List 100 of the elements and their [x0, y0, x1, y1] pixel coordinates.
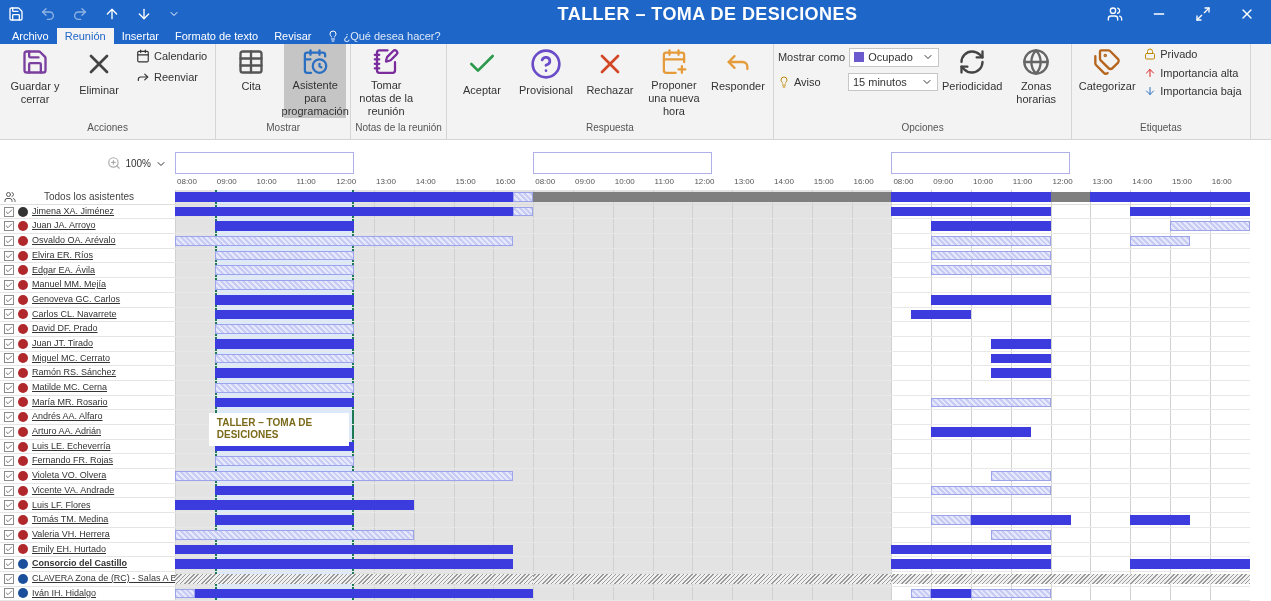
attendee-name[interactable]: Ramón RS. Sánchez — [32, 366, 117, 380]
arrow-down-icon[interactable] — [136, 6, 152, 22]
attendee-name[interactable]: Violeta VO. Olvera — [32, 469, 107, 483]
attendee-name[interactable]: Luis LE. Echeverría — [32, 439, 111, 454]
attendee-name[interactable]: Valeria VH. Herrera — [32, 527, 110, 542]
attendee-name[interactable]: Emily EH. Hurtado — [32, 542, 107, 557]
attendee-name[interactable]: Carlos CL. Navarrete — [32, 307, 117, 322]
attendee-name[interactable]: Consorcio del Castillo — [32, 557, 127, 571]
attendee-checkbox[interactable] — [4, 294, 14, 305]
attendee-checkbox[interactable] — [4, 221, 14, 232]
hour-label: 13:00 — [376, 176, 397, 188]
attendee-checkbox[interactable] — [4, 456, 14, 467]
attendee-name[interactable]: Manuel MM. Mejía — [32, 278, 107, 292]
attendee-name[interactable]: Tomás TM. Medina — [32, 513, 109, 527]
ribbon-small-button[interactable]: Importancia alta — [1140, 64, 1246, 81]
ribbon-group-label: Respuesta — [585, 121, 635, 135]
hour-label: 11:00 — [654, 176, 675, 188]
tell-me-input[interactable]: ¿Qué desea hacer? — [343, 27, 454, 45]
attendee-name[interactable]: Genoveva GC. Carlos — [32, 292, 121, 307]
ribbon-button[interactable]: Zonas horarias — [1005, 44, 1068, 118]
globe-icon — [1022, 48, 1051, 76]
ribbon-button[interactable]: Provisional — [514, 44, 577, 118]
ribbon-tab[interactable]: Revisar — [266, 28, 320, 44]
tell-me-field[interactable]: ¿Qué desea hacer? — [319, 28, 462, 44]
attendee-name[interactable]: Edgar EA. Ávila — [32, 263, 96, 278]
ribbon-tab[interactable]: Formato de texto — [166, 28, 267, 44]
ribbon-small-button[interactable]: Privado — [1140, 46, 1246, 63]
attendee-name[interactable]: Elvira ER. Ríos — [32, 248, 93, 263]
ribbon-tab[interactable]: Insertar — [113, 28, 167, 44]
ribbon-button[interactable]: Periodicidad — [941, 44, 1004, 118]
attendee-name[interactable]: Vicente VA. Andrade — [32, 483, 115, 498]
attendee-name[interactable]: Miguel MC. Cerrato — [32, 351, 111, 366]
attendee-name[interactable]: Fernando FR. Rojas — [32, 454, 114, 468]
ribbon-button[interactable]: Tomar notas de la reunión — [355, 44, 418, 118]
attendee-checkbox[interactable] — [4, 235, 14, 246]
add-attendee-icon[interactable] — [4, 190, 16, 203]
reminder-dropdown[interactable]: 15 minutos — [847, 72, 938, 91]
attendee-checkbox[interactable] — [4, 265, 14, 276]
attendee-name[interactable]: Arturo AA. Adrián — [32, 425, 102, 439]
ribbon-button[interactable]: Proponer una nueva hora — [642, 44, 705, 118]
ribbon-group-label: Acciones — [86, 121, 129, 135]
attendee-name[interactable]: Matilde MC. Cerna — [32, 381, 108, 395]
hour-label: 16:00 — [1211, 176, 1232, 188]
attendee-checkbox[interactable] — [4, 485, 14, 496]
ribbon-tab[interactable]: Reunión — [56, 28, 114, 44]
ribbon-button[interactable]: Rechazar — [578, 44, 641, 118]
attendee-name[interactable]: Iván IH. Hidalgo — [32, 586, 97, 601]
hour-label: 12:00 — [694, 176, 715, 188]
attendee-checkbox[interactable] — [4, 250, 14, 261]
attendee-checkbox[interactable] — [4, 514, 14, 525]
attendee-name[interactable]: Juan JA. Arroyo — [32, 219, 96, 233]
attendee-checkbox[interactable] — [4, 441, 14, 452]
attendee-checkbox[interactable] — [4, 470, 14, 481]
hour-label: 13:00 — [1092, 176, 1113, 188]
attendee-checkbox[interactable] — [4, 500, 14, 511]
attendee-checkbox[interactable] — [4, 368, 14, 379]
attendee-name[interactable]: Juan JT. Tirado — [32, 336, 94, 351]
attendee-checkbox[interactable] — [4, 426, 14, 437]
attendee-checkbox[interactable] — [4, 588, 14, 599]
attendee-name[interactable]: Osvaldo OA. Arévalo — [32, 234, 116, 248]
attendee-checkbox[interactable] — [4, 559, 14, 570]
ribbon-button[interactable]: Eliminar — [68, 44, 130, 118]
ribbon-tab[interactable]: Archivo — [4, 28, 57, 44]
attendee-checkbox[interactable] — [4, 324, 14, 335]
attendee-name[interactable]: Luis LF. Flores — [32, 498, 91, 513]
ribbon-button[interactable]: Responder — [706, 44, 769, 118]
save-icon[interactable] — [8, 6, 24, 22]
show-as-dropdown[interactable]: Ocupado — [849, 48, 940, 67]
tentative-block — [175, 588, 195, 599]
attendee-name[interactable]: Andrés AA. Alfaro — [32, 410, 103, 424]
attendee-name[interactable]: María MR. Rosario — [32, 395, 108, 410]
ribbon-display-icon[interactable] — [1107, 6, 1123, 22]
hour-label: 16:00 — [495, 176, 516, 188]
hour-label: 15:00 — [1172, 176, 1193, 188]
ribbon-small-button[interactable]: Importancia baja — [1140, 83, 1246, 100]
attendee-checkbox[interactable] — [4, 309, 14, 320]
attendee-checkbox[interactable] — [4, 573, 14, 584]
all-attendees-label: Todos los asistentes — [44, 190, 135, 205]
attendee-checkbox[interactable] — [4, 544, 14, 555]
ribbon-small-button[interactable]: Calendario — [132, 48, 212, 65]
ribbon-small-button[interactable]: Reenviar — [132, 68, 212, 85]
lightbulb-icon — [327, 30, 340, 42]
attendee-checkbox[interactable] — [4, 382, 14, 393]
attendee-checkbox[interactable] — [4, 338, 14, 349]
attendee-checkbox[interactable] — [4, 529, 14, 540]
attendee-checkbox[interactable] — [4, 279, 14, 290]
ribbon-button[interactable]: Categorizar — [1076, 44, 1139, 118]
attendee-name[interactable]: David DF. Prado — [32, 322, 98, 336]
ribbon-button[interactable]: Aceptar — [450, 44, 513, 118]
tentative-block — [513, 206, 534, 217]
attendee-checkbox[interactable] — [4, 397, 14, 408]
zoom-dropdown[interactable]: 100% — [125, 156, 167, 171]
attendee-checkbox[interactable] — [4, 353, 14, 364]
ribbon-button[interactable]: Cita — [220, 44, 283, 118]
ribbon-button[interactable]: Asistente para programación — [284, 44, 347, 118]
attendee-checkbox[interactable] — [4, 412, 14, 423]
restore-icon[interactable] — [1195, 6, 1211, 22]
ribbon-button[interactable]: Guardar y cerrar — [4, 44, 66, 118]
attendee-name[interactable]: Jimena XA. Jiménez — [32, 204, 115, 219]
attendee-checkbox[interactable] — [4, 206, 14, 217]
